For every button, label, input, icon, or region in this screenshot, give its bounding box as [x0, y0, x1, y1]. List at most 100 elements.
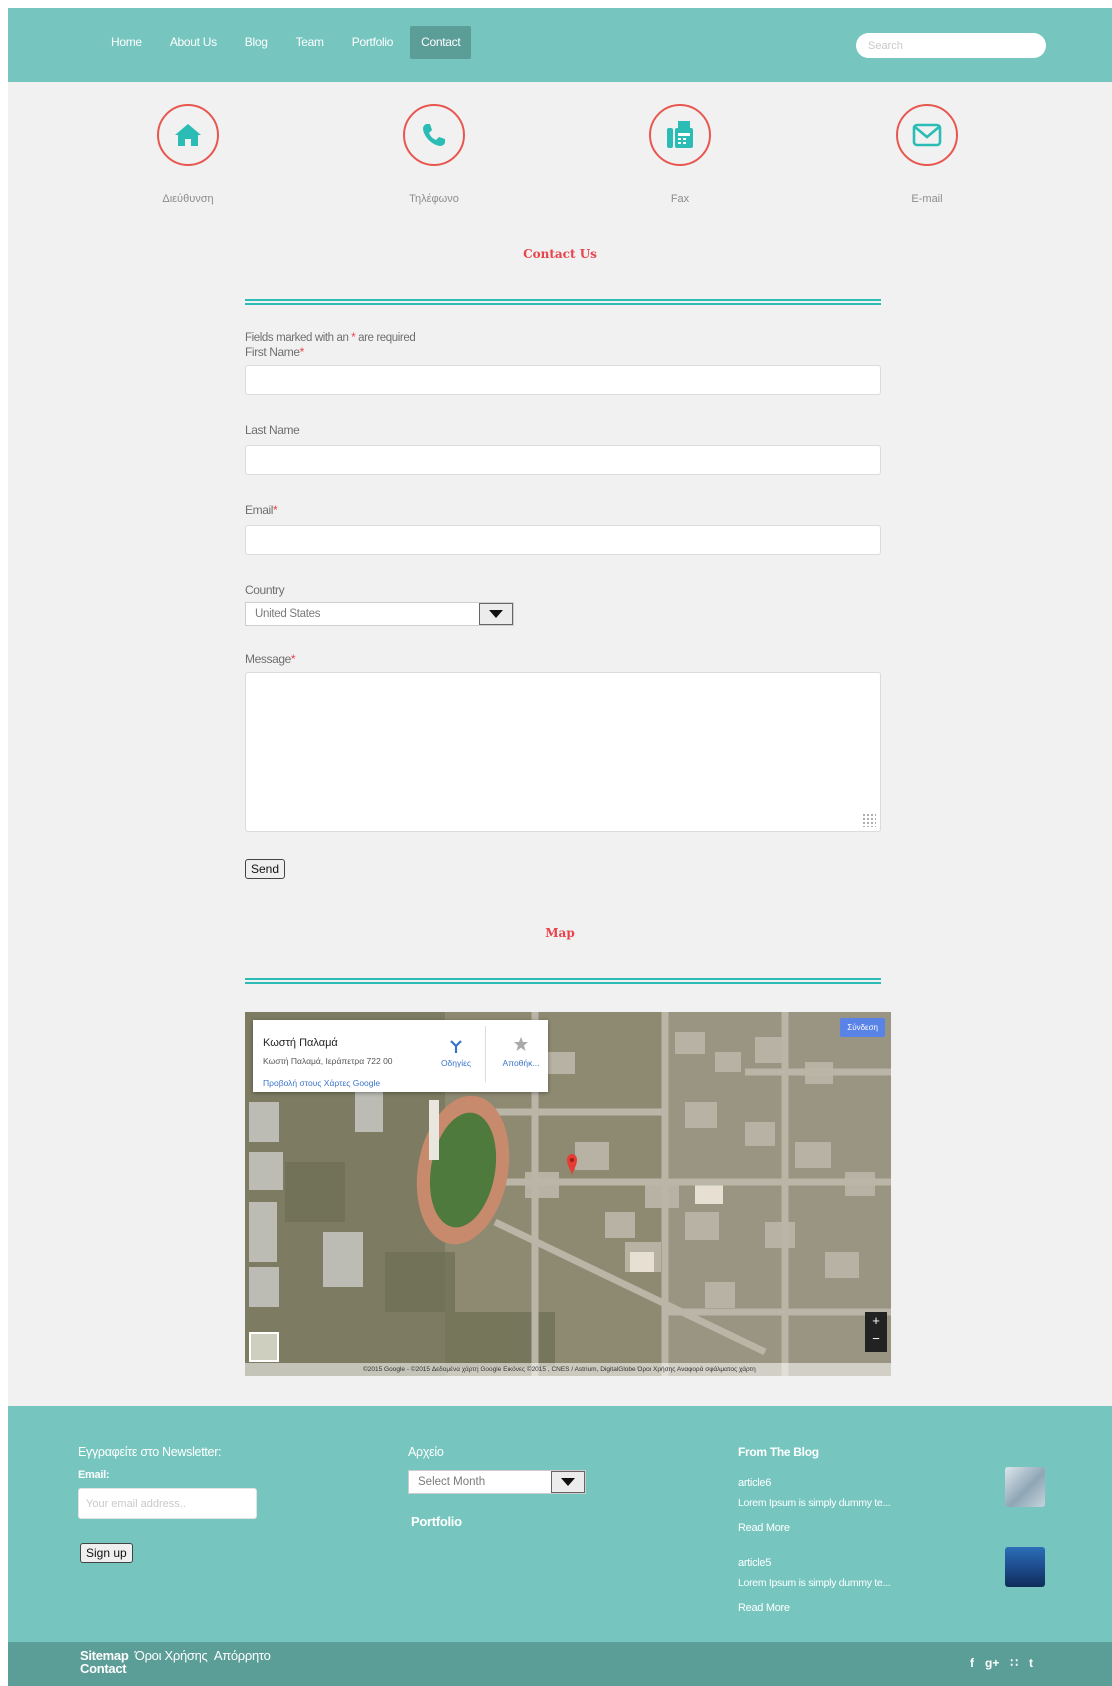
twitter-icon[interactable]: t: [1029, 1656, 1033, 1670]
directions-icon[interactable]: [448, 1038, 464, 1054]
contact-us-title: Contact Us: [523, 247, 597, 261]
country-select[interactable]: United States: [245, 602, 514, 626]
last-name-label: Last Name: [245, 423, 300, 437]
map-info-window: Κωστή Παλαμά Κωστή Παλαμά, Ιεράπετρα 722…: [253, 1020, 548, 1092]
footer: Εγγραφείτε στο Newsletter: Email: Sign u…: [8, 1406, 1112, 1642]
nav-item-blog[interactable]: Blog: [234, 26, 279, 59]
resize-grip-icon[interactable]: [862, 813, 876, 827]
message-textarea[interactable]: [245, 672, 881, 832]
nav-item-contact[interactable]: Contact: [410, 26, 472, 59]
article-title[interactable]: article5: [738, 1557, 771, 1569]
fax-circle[interactable]: [649, 104, 711, 166]
bottom-links: Sitemap Όροι Χρήσης Απόρρητο Contact: [80, 1649, 274, 1675]
directions-label[interactable]: Οδηγίες: [431, 1058, 481, 1068]
message-label: Message*: [245, 652, 881, 668]
email-icon: [912, 123, 942, 147]
zoom-out-button[interactable]: −: [865, 1330, 887, 1348]
portfolio-link[interactable]: Portfolio: [411, 1514, 462, 1529]
view-in-google-maps-link[interactable]: Προβολή στους Χάρτες Google: [263, 1078, 380, 1088]
bottom-bar: Sitemap Όροι Χρήσης Απόρρητο Contact f g…: [8, 1642, 1112, 1686]
article-excerpt: Lorem Ipsum is simply dummy te...: [738, 1497, 891, 1509]
star-icon[interactable]: [513, 1036, 529, 1052]
nav-menu: Home About Us Blog Team Portfolio Contac…: [100, 26, 477, 59]
contact-divider: [245, 299, 881, 305]
article-thumbnail[interactable]: [1005, 1467, 1045, 1507]
page: Home About Us Blog Team Portfolio Contac…: [8, 8, 1112, 1686]
map-title: Map: [545, 926, 575, 940]
info-separator: [485, 1026, 486, 1082]
required-note: Fields marked with an * are required: [245, 332, 881, 344]
chevron-down-icon[interactable]: [479, 603, 513, 625]
last-name-field[interactable]: [245, 445, 881, 475]
required-star: *: [290, 652, 296, 666]
nav-item-home[interactable]: Home: [100, 26, 153, 59]
contact-address-label: Διεύθυνση: [162, 193, 214, 205]
phone-icon: [423, 124, 445, 146]
map-type-toggle[interactable]: [249, 1332, 279, 1362]
nav-item-team[interactable]: Team: [285, 26, 335, 59]
facebook-icon[interactable]: f: [970, 1656, 974, 1670]
signup-button[interactable]: Sign up: [80, 1543, 133, 1563]
archive-select-value: Select Month: [418, 1476, 486, 1488]
contact-address: Διεύθυνση: [118, 104, 258, 205]
zoom-in-button[interactable]: +: [865, 1312, 887, 1330]
country-select-value: United States: [255, 608, 321, 620]
map-place-title: Κωστή Παλαμά: [263, 1037, 338, 1049]
contact-phone: Τηλέφωνο: [364, 104, 504, 205]
home-icon: [175, 124, 201, 146]
phone-circle[interactable]: [403, 104, 465, 166]
newsletter-title: Εγγραφείτε στο Newsletter:: [78, 1445, 222, 1459]
contact-form: Fields marked with an * are required Fir…: [245, 332, 881, 879]
contact-email: E-mail: [857, 104, 997, 205]
required-star: *: [273, 503, 278, 517]
archive-title: Αρχείο: [408, 1445, 444, 1459]
required-note-star: *: [351, 332, 356, 344]
archive-month-select[interactable]: Select Month: [408, 1470, 586, 1494]
newsletter-email-label: Email:: [78, 1469, 110, 1481]
chevron-down-icon[interactable]: [551, 1471, 585, 1493]
fax-icon: [667, 121, 693, 148]
privacy-link[interactable]: Απόρρητο: [214, 1648, 271, 1663]
first-name-label-text: First Name: [245, 345, 300, 359]
email-label: Email*: [245, 503, 881, 519]
first-name-label: First Name*: [245, 345, 881, 361]
email-label-text: Email: [245, 503, 274, 517]
article-excerpt: Lorem Ipsum is simply dummy te...: [738, 1577, 891, 1589]
nav-item-about-us[interactable]: About Us: [159, 26, 228, 59]
email-field[interactable]: [245, 525, 881, 555]
send-button[interactable]: Send: [245, 859, 286, 879]
email-circle[interactable]: [896, 104, 958, 166]
article-thumbnail[interactable]: [1005, 1547, 1045, 1587]
read-more-link[interactable]: Read More: [738, 1602, 790, 1614]
contact-email-label: E-mail: [911, 193, 943, 205]
map-divider: [245, 978, 881, 984]
contact-phone-label: Τηλέφωνο: [409, 193, 459, 205]
contact-fax-label: Fax: [670, 193, 690, 205]
social-links: f g+ ∷ t: [970, 1656, 1033, 1670]
save-label[interactable]: Αποθήκ...: [496, 1058, 546, 1068]
google-plus-icon[interactable]: g+: [985, 1656, 999, 1670]
nav-item-portfolio[interactable]: Portfolio: [341, 26, 404, 59]
map-embed[interactable]: Κωστή Παλαμά Κωστή Παλαμά, Ιεράπετρα 722…: [245, 1012, 891, 1376]
map-zoom-control: + −: [865, 1312, 887, 1352]
contact-link[interactable]: Contact: [80, 1661, 127, 1676]
map-attribution: ©2015 Google - ©2015 Δεδομένα χάρτη Goog…: [245, 1363, 891, 1376]
map-place-address: Κωστή Παλαμά, Ιεράπετρα 722 00: [263, 1056, 393, 1066]
address-circle[interactable]: [157, 104, 219, 166]
required-note-prefix: Fields marked with an: [245, 332, 349, 344]
first-name-field[interactable]: [245, 365, 881, 395]
country-label: Country: [245, 583, 285, 597]
rss-icon[interactable]: ∷: [1010, 1656, 1018, 1670]
newsletter-email-input[interactable]: [78, 1488, 257, 1519]
message-label-text: Message: [245, 652, 291, 666]
terms-link[interactable]: Όροι Χρήσης: [135, 1648, 208, 1663]
blog-title: From The Blog: [738, 1445, 819, 1459]
search-input[interactable]: [856, 33, 1046, 58]
required-note-suffix: are required: [358, 332, 416, 344]
top-navbar: Home About Us Blog Team Portfolio Contac…: [8, 8, 1112, 82]
article-title[interactable]: article6: [738, 1477, 771, 1489]
contact-fax: Fax: [610, 104, 750, 205]
required-star: *: [299, 345, 305, 359]
read-more-link[interactable]: Read More: [738, 1522, 790, 1534]
map-login-button[interactable]: Σύνδεση: [840, 1018, 885, 1037]
